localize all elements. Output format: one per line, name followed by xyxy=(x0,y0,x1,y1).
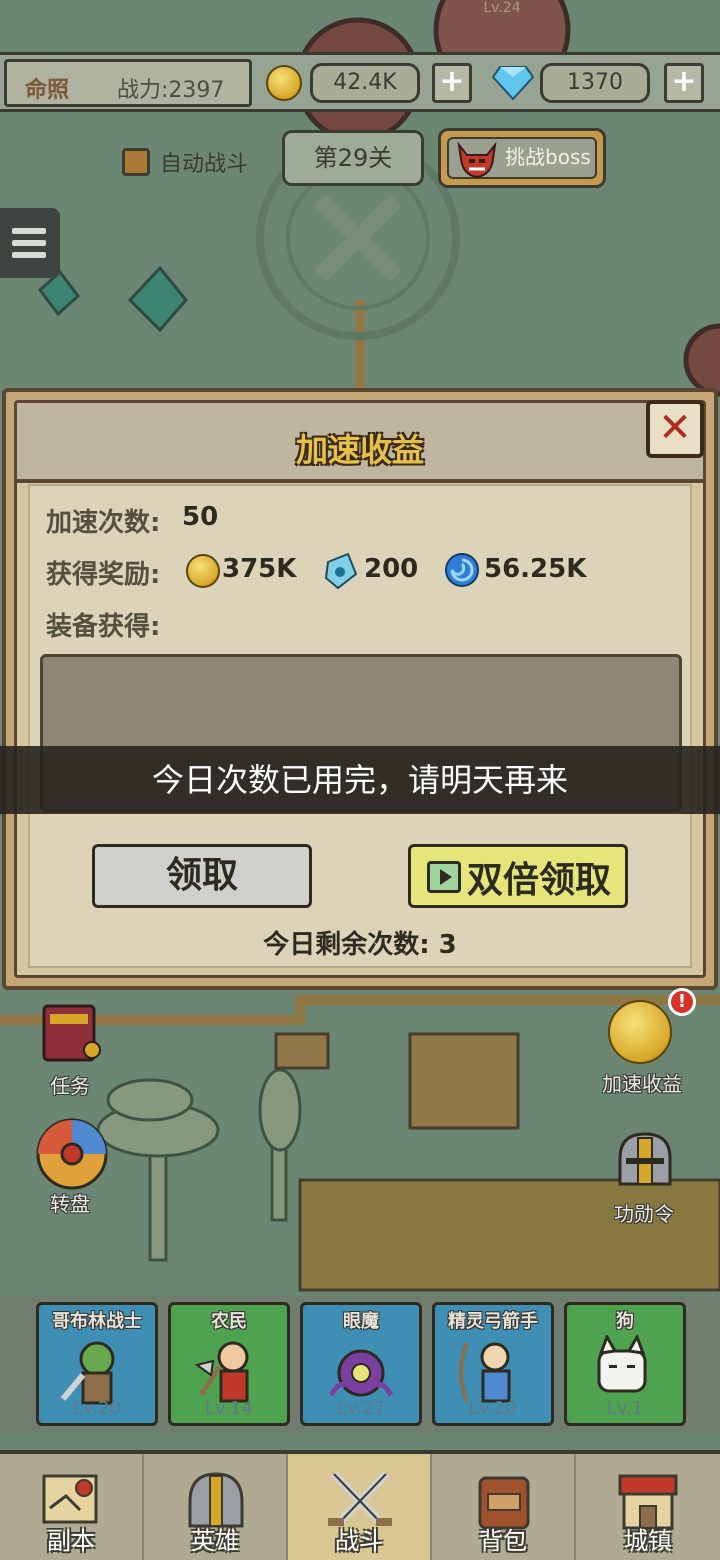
hero-name: 哥布林战士 xyxy=(52,1311,142,1332)
hero-name: 狗 xyxy=(616,1311,634,1332)
nav-tab-dungeon[interactable]: 副本 xyxy=(0,1454,144,1560)
merit-button[interactable]: 功勋令 xyxy=(604,1128,688,1226)
hero-level: Lv.20 xyxy=(73,1398,121,1419)
remaining-count-text: 今日剩余次数: 3 xyxy=(263,930,457,960)
bottom-navigation: 副本 英雄 战斗 背包 城镇 xyxy=(0,1450,720,1560)
reward-orb-amount: 56.25K xyxy=(484,554,587,584)
double-claim-button[interactable]: 双倍领取 xyxy=(408,844,628,908)
task-label: 任务 xyxy=(50,1074,90,1098)
reward-label: 获得奖励: xyxy=(46,560,161,590)
license-panel[interactable]: 命照 战力:2397 xyxy=(4,59,252,107)
hero-level: Lv.20 xyxy=(469,1398,517,1419)
speed-count-value: 50 xyxy=(182,502,219,532)
book-icon xyxy=(42,1004,101,1062)
notification-badge: ! xyxy=(668,988,696,1016)
stage-button[interactable]: 第29关 xyxy=(282,130,424,186)
dialog-title: 加速收益 xyxy=(295,431,424,469)
top-resource-bar: 命照 战力:2397 42.4K + 1370 + xyxy=(0,52,720,112)
nav-tab-backpack[interactable]: 背包 xyxy=(432,1454,576,1560)
plus-icon: + xyxy=(671,64,697,99)
hero-level: Lv.14 xyxy=(205,1398,253,1419)
combat-power-text: 战力:2397 xyxy=(117,78,225,103)
double-claim-label: 双倍领取 xyxy=(467,860,612,901)
dialog-header: 加速收益 xyxy=(17,403,703,483)
video-play-icon xyxy=(427,861,461,893)
knight-helmet-icon xyxy=(618,1132,672,1186)
challenge-boss-button[interactable]: 挑战boss xyxy=(438,128,606,188)
hero-level: Lv.27 xyxy=(337,1398,385,1419)
add-gold-button[interactable]: + xyxy=(432,63,472,103)
menu-icon xyxy=(12,252,46,258)
nav-tab-town[interactable]: 城镇 xyxy=(576,1454,720,1560)
stage-label: 第29关 xyxy=(313,144,393,172)
auto-battle-checkbox[interactable] xyxy=(122,148,150,176)
nav-tab-heroes[interactable]: 英雄 xyxy=(144,1454,288,1560)
reward-stone-amount: 200 xyxy=(364,554,419,584)
hero-card-elf-archer[interactable]: 精灵弓箭手 Lv.20 xyxy=(432,1302,554,1426)
claim-button-label: 领取 xyxy=(165,855,238,896)
nav-label: 副本 xyxy=(47,1527,95,1555)
daily-limit-toast: 今日次数已用完，请明天再来 xyxy=(0,746,720,814)
nav-label: 城镇 xyxy=(624,1527,672,1555)
close-icon: ✕ xyxy=(658,405,692,451)
hero-card-goblin[interactable]: 哥布林战士 Lv.20 xyxy=(36,1302,158,1426)
hero-name: 精灵弓箭手 xyxy=(448,1311,538,1332)
blue-stone-icon xyxy=(324,552,358,590)
license-label: 命照 xyxy=(25,78,70,103)
gold-coin-icon xyxy=(186,554,220,588)
reward-gold-amount: 375K xyxy=(222,554,297,584)
speed-count-label: 加速次数: xyxy=(46,508,161,538)
diamond-icon xyxy=(492,66,534,101)
hero-card-dog[interactable]: 狗 Lv.1 xyxy=(564,1302,686,1426)
gold-coin-icon xyxy=(266,65,302,101)
hero-card-farmer[interactable]: 农民 Lv.14 xyxy=(168,1302,290,1426)
gold-coin-arrow-icon xyxy=(608,1000,672,1064)
merit-label: 功勋令 xyxy=(614,1202,674,1226)
nav-label: 战斗 xyxy=(335,1527,383,1555)
hero-name: 眼魔 xyxy=(343,1311,379,1332)
close-dialog-button[interactable]: ✕ xyxy=(646,400,704,458)
task-button[interactable]: 任务 xyxy=(30,1000,114,1098)
nav-tab-battle[interactable]: 战斗 xyxy=(288,1454,432,1560)
gem-amount-box: 1370 xyxy=(540,63,650,103)
plus-icon: + xyxy=(439,64,465,99)
gem-amount: 1370 xyxy=(567,70,623,95)
add-gem-button[interactable]: + xyxy=(664,63,704,103)
blue-orb-icon xyxy=(445,553,479,587)
wheel-button[interactable]: 转盘 xyxy=(30,1116,114,1216)
menu-icon xyxy=(12,228,46,234)
hamburger-menu-button[interactable] xyxy=(0,208,60,278)
hero-level: Lv.1 xyxy=(606,1398,644,1419)
wheel-label: 转盘 xyxy=(50,1192,90,1216)
gold-amount: 42.4K xyxy=(333,70,397,95)
speed-income-label: 加速收益 xyxy=(602,1072,682,1096)
nav-label: 英雄 xyxy=(191,1527,239,1555)
hero-name: 农民 xyxy=(211,1311,247,1332)
hero-card-beholder[interactable]: 眼魔 Lv.27 xyxy=(300,1302,422,1426)
menu-icon xyxy=(12,240,46,246)
gold-amount-box: 42.4K xyxy=(310,63,420,103)
nav-label: 背包 xyxy=(479,1527,527,1555)
boss-button-label: 挑战boss xyxy=(505,145,591,169)
boss-demon-icon xyxy=(457,141,497,179)
auto-battle-label: 自动战斗 xyxy=(160,152,249,177)
claim-button[interactable]: 领取 xyxy=(92,844,312,908)
equipment-label: 装备获得: xyxy=(46,612,161,642)
roulette-wheel-icon xyxy=(36,1118,108,1190)
